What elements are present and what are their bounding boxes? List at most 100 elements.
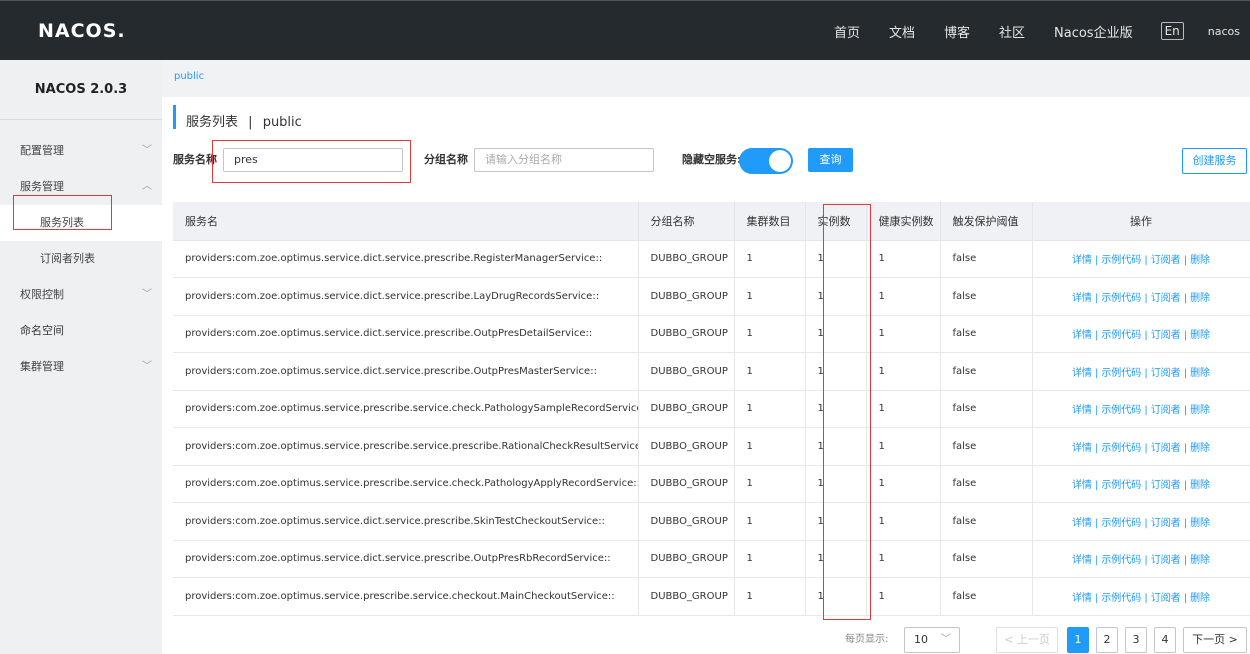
- nav-docs[interactable]: 文档: [889, 22, 915, 41]
- page-title-separator: |: [248, 115, 253, 130]
- next-page-button[interactable]: 下一页 >: [1183, 627, 1247, 653]
- detail-link[interactable]: 详情: [1072, 255, 1092, 266]
- sidebar-item-namespace[interactable]: 命名空间: [0, 313, 162, 349]
- subscriber-link[interactable]: 订阅者: [1151, 593, 1181, 604]
- group-cell: DUBBO_GROUP: [638, 277, 735, 316]
- group-cell: DUBBO_GROUP: [638, 427, 735, 466]
- op-separator: |: [1183, 592, 1188, 604]
- detail-link[interactable]: 详情: [1072, 368, 1092, 379]
- delete-link[interactable]: 删除: [1190, 293, 1210, 304]
- language-switch-button[interactable]: En: [1160, 22, 1184, 40]
- subscriber-link[interactable]: 订阅者: [1151, 555, 1181, 566]
- sidebar-item-config-management[interactable]: 配置管理 ﹀: [0, 133, 162, 169]
- page-button-2[interactable]: 2: [1096, 627, 1118, 653]
- subscriber-link[interactable]: 订阅者: [1151, 330, 1181, 341]
- sample-code-link[interactable]: 示例代码: [1101, 518, 1141, 529]
- subscriber-link[interactable]: 订阅者: [1151, 405, 1181, 416]
- threshold-cell: false: [940, 390, 1033, 428]
- subscriber-link[interactable]: 订阅者: [1151, 518, 1181, 529]
- sample-code-link[interactable]: 示例代码: [1101, 255, 1141, 266]
- page-size-select[interactable]: 10 ﹀: [904, 627, 960, 653]
- page-title: 服务列表 | public: [173, 105, 302, 130]
- sidebar-item-access-control[interactable]: 权限控制 ﹀: [0, 277, 162, 313]
- sidebar-item-subscriber-list[interactable]: 订阅者列表: [0, 241, 162, 277]
- sample-code-link[interactable]: 示例代码: [1101, 368, 1141, 379]
- delete-link[interactable]: 删除: [1190, 443, 1210, 454]
- healthy-cell: 1: [866, 427, 941, 466]
- sample-code-link[interactable]: 示例代码: [1101, 293, 1141, 304]
- prev-page-button[interactable]: < 上一页: [996, 627, 1058, 653]
- threshold-cell: false: [940, 465, 1033, 503]
- detail-link[interactable]: 详情: [1072, 405, 1092, 416]
- nav-blog[interactable]: 博客: [944, 22, 970, 41]
- delete-link[interactable]: 删除: [1190, 330, 1210, 341]
- top-navbar: NACOS. 首页 文档 博客 社区 Nacos企业版 En nacos: [0, 0, 1250, 60]
- page-title-namespace: public: [262, 115, 302, 130]
- table-row: providers:com.zoe.optimus.service.dict.s…: [173, 540, 1250, 578]
- op-separator: |: [1183, 367, 1188, 379]
- delete-link[interactable]: 删除: [1190, 480, 1210, 491]
- sidebar-item-cluster-management[interactable]: 集群管理 ﹀: [0, 349, 162, 385]
- detail-link[interactable]: 详情: [1072, 593, 1092, 604]
- threshold-cell: false: [940, 540, 1033, 578]
- table-header-row: 服务名 分组名称 集群数目 实例数 健康实例数 触发保护阈值 操作: [173, 202, 1250, 241]
- delete-link[interactable]: 删除: [1190, 555, 1210, 566]
- page-button-4[interactable]: 4: [1154, 627, 1176, 653]
- group-cell: DUBBO_GROUP: [638, 502, 735, 541]
- sample-code-link[interactable]: 示例代码: [1101, 330, 1141, 341]
- group-cell: DUBBO_GROUP: [638, 240, 735, 278]
- page-button-1[interactable]: 1: [1067, 627, 1089, 653]
- group-name-input[interactable]: 请输入分组名称: [474, 148, 654, 172]
- detail-link[interactable]: 详情: [1072, 293, 1092, 304]
- detail-link[interactable]: 详情: [1072, 480, 1092, 491]
- threshold-cell: false: [940, 277, 1033, 316]
- toggle-knob: [769, 150, 791, 172]
- op-separator: |: [1183, 517, 1188, 529]
- ops-cell: 详情 | 示例代码 | 订阅者 | 删除: [1032, 427, 1250, 466]
- sample-code-link[interactable]: 示例代码: [1101, 405, 1141, 416]
- clusters-cell: 1: [734, 465, 806, 503]
- op-separator: |: [1183, 555, 1188, 567]
- chevron-down-icon: ﹀: [941, 634, 951, 645]
- delete-link[interactable]: 删除: [1190, 405, 1210, 416]
- create-service-button[interactable]: 创建服务: [1182, 148, 1247, 174]
- subscriber-link[interactable]: 订阅者: [1151, 443, 1181, 454]
- query-button[interactable]: 查询: [808, 148, 853, 172]
- healthy-cell: 1: [866, 352, 941, 391]
- group-cell: DUBBO_GROUP: [638, 465, 735, 503]
- healthy-cell: 1: [866, 390, 941, 428]
- detail-link[interactable]: 详情: [1072, 518, 1092, 529]
- sample-code-link[interactable]: 示例代码: [1101, 555, 1141, 566]
- user-name[interactable]: nacos: [1208, 25, 1240, 38]
- sample-code-link[interactable]: 示例代码: [1101, 593, 1141, 604]
- detail-link[interactable]: 详情: [1072, 555, 1092, 566]
- ops-cell: 详情 | 示例代码 | 订阅者 | 删除: [1032, 240, 1250, 278]
- subscriber-link[interactable]: 订阅者: [1151, 293, 1181, 304]
- delete-link[interactable]: 删除: [1190, 368, 1210, 379]
- delete-link[interactable]: 删除: [1190, 255, 1210, 266]
- delete-link[interactable]: 删除: [1190, 593, 1210, 604]
- main-content: public 服务列表 | public 服务名称 pres 分组名称 请输入分…: [162, 60, 1250, 654]
- sample-code-link[interactable]: 示例代码: [1101, 480, 1141, 491]
- hide-empty-toggle[interactable]: [739, 148, 793, 174]
- page-button-3[interactable]: 3: [1125, 627, 1147, 653]
- delete-link[interactable]: 删除: [1190, 518, 1210, 529]
- nav-enterprise[interactable]: Nacos企业版: [1054, 22, 1133, 41]
- ops-cell: 详情 | 示例代码 | 订阅者 | 删除: [1032, 465, 1250, 503]
- threshold-cell: false: [940, 577, 1033, 616]
- subscriber-link[interactable]: 订阅者: [1151, 480, 1181, 491]
- breadcrumb-namespace[interactable]: public: [174, 71, 204, 82]
- service-name-cell: providers:com.zoe.optimus.service.prescr…: [173, 390, 639, 428]
- threshold-cell: false: [940, 352, 1033, 391]
- detail-link[interactable]: 详情: [1072, 330, 1092, 341]
- sample-code-link[interactable]: 示例代码: [1101, 443, 1141, 454]
- nacos-logo[interactable]: NACOS.: [38, 20, 126, 42]
- nav-home[interactable]: 首页: [834, 22, 860, 41]
- nav-community[interactable]: 社区: [999, 22, 1025, 41]
- clusters-cell: 1: [734, 315, 806, 353]
- subscriber-link[interactable]: 订阅者: [1151, 255, 1181, 266]
- detail-link[interactable]: 详情: [1072, 443, 1092, 454]
- subscriber-link[interactable]: 订阅者: [1151, 368, 1181, 379]
- healthy-cell: 1: [866, 502, 941, 541]
- sidebar-item-label: 配置管理: [20, 144, 64, 157]
